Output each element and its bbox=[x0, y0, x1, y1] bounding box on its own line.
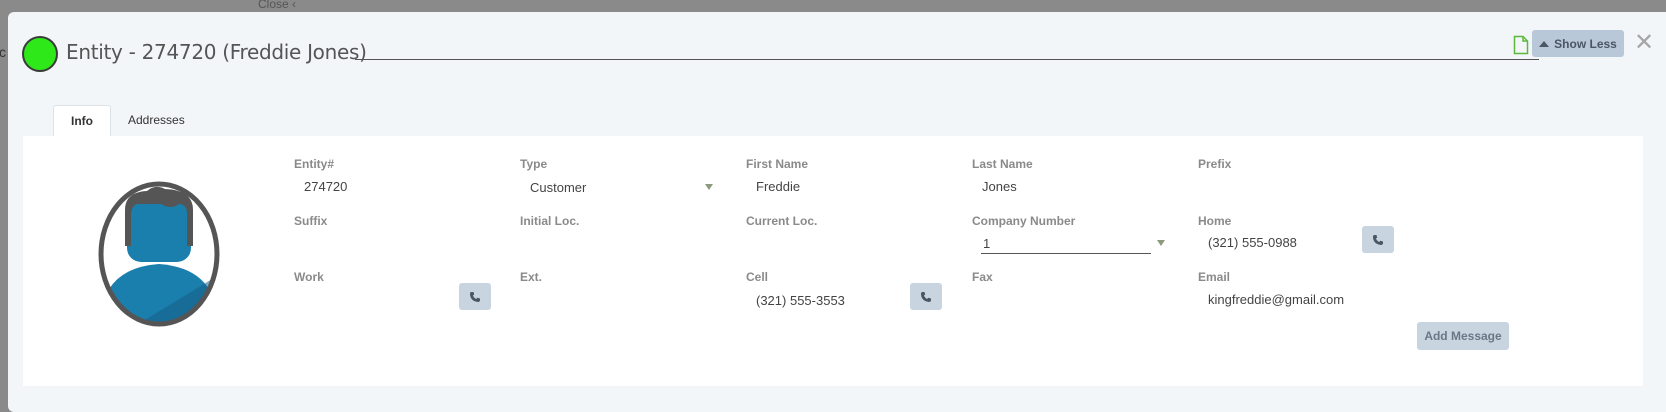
caret-up-icon bbox=[1539, 40, 1550, 47]
prefix-label: Prefix bbox=[1198, 157, 1232, 171]
call-cell-button[interactable] bbox=[910, 283, 942, 310]
title-divider bbox=[355, 59, 1539, 60]
tab-bar: Info Addresses bbox=[53, 105, 202, 136]
document-icon[interactable] bbox=[1513, 35, 1529, 55]
phone-icon bbox=[921, 291, 931, 302]
call-work-button[interactable] bbox=[459, 283, 491, 310]
phone-icon bbox=[470, 291, 480, 302]
cell-phone-field[interactable]: (321) 555-3553 bbox=[756, 293, 845, 308]
cell-label: Cell bbox=[746, 270, 769, 284]
show-less-button[interactable]: Show Less bbox=[1532, 30, 1624, 57]
company-number-underline bbox=[981, 253, 1151, 254]
status-indicator bbox=[22, 36, 58, 72]
work-label: Work bbox=[294, 270, 324, 284]
backdrop-close-link[interactable]: Close ‹ bbox=[258, 0, 296, 11]
type-select[interactable]: Customer bbox=[530, 180, 586, 195]
company-number-label: Company Number bbox=[972, 214, 1076, 228]
company-number-select[interactable]: 1 bbox=[983, 236, 990, 251]
home-label: Home bbox=[1198, 214, 1232, 228]
suffix-label: Suffix bbox=[294, 214, 328, 228]
entity-modal: Entity - 274720 (Freddie Jones) Show Les… bbox=[8, 12, 1666, 412]
first-name-field[interactable]: Freddie bbox=[756, 179, 800, 194]
entity-number-value: 274720 bbox=[304, 179, 348, 194]
close-icon[interactable]: ✕ bbox=[1634, 28, 1654, 56]
type-label: Type bbox=[520, 157, 548, 171]
entity-number-label: Entity# bbox=[294, 157, 335, 171]
info-panel bbox=[23, 136, 1643, 386]
last-name-label: Last Name bbox=[972, 157, 1033, 171]
current-loc-label: Current Loc. bbox=[746, 214, 818, 228]
first-name-label: First Name bbox=[746, 157, 809, 171]
add-message-button[interactable]: Add Message bbox=[1417, 322, 1509, 350]
ext-label: Ext. bbox=[520, 270, 543, 284]
show-less-label: Show Less bbox=[1554, 36, 1617, 51]
type-dropdown-arrow[interactable] bbox=[705, 184, 713, 190]
avatar-icon bbox=[98, 181, 220, 327]
initial-loc-label: Initial Loc. bbox=[520, 214, 580, 228]
fax-label: Fax bbox=[972, 270, 993, 284]
backdrop-partial-text: c bbox=[0, 44, 6, 60]
call-home-button[interactable] bbox=[1362, 226, 1394, 253]
tab-addresses[interactable]: Addresses bbox=[111, 105, 202, 135]
email-field[interactable]: kingfreddie@gmail.com bbox=[1208, 292, 1344, 307]
company-number-dropdown-arrow[interactable] bbox=[1157, 240, 1165, 246]
home-phone-field[interactable]: (321) 555-0988 bbox=[1208, 235, 1297, 250]
tab-info[interactable]: Info bbox=[53, 105, 111, 136]
phone-icon bbox=[1373, 234, 1383, 245]
last-name-field[interactable]: Jones bbox=[982, 179, 1017, 194]
email-label: Email bbox=[1198, 270, 1231, 284]
modal-title: Entity - 274720 (Freddie Jones) bbox=[66, 40, 367, 64]
